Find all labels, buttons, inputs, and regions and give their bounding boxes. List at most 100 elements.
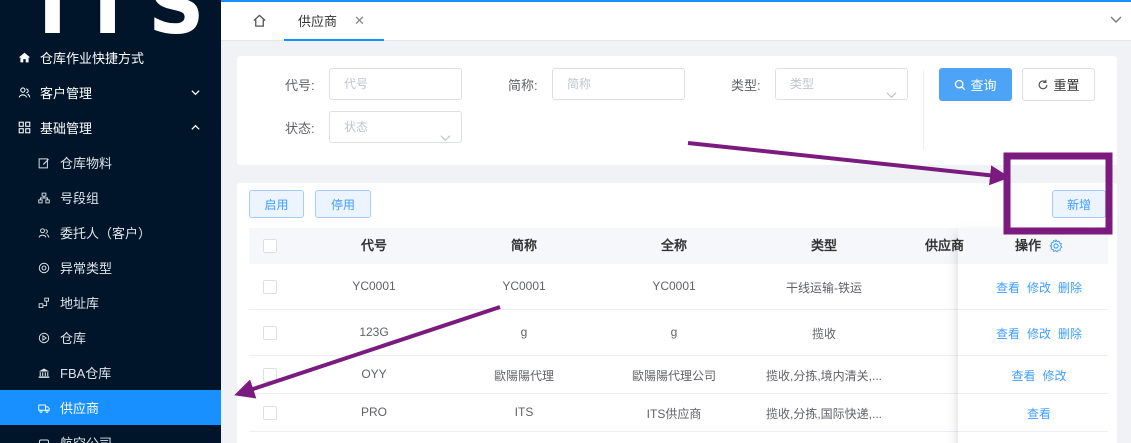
enable-button[interactable]: 启用 [249,190,304,218]
cell-short-name: g [520,325,528,339]
view-link[interactable]: 查看 [1027,405,1051,422]
play-circle-icon [37,331,51,345]
view-link[interactable]: 查看 [1011,367,1035,384]
sidebar-item-label: 委托人（客户） [60,226,152,241]
header-operations: 操作 [970,228,1108,264]
edit-link[interactable]: 修改 [1027,325,1051,342]
sidebar-item-exception-types[interactable]: 异常类型 [0,250,221,285]
header-full-name: 全称 [660,238,687,253]
tab-dropdown-icon[interactable] [1109,14,1123,29]
table-row: YC0001 YC0001 YC0001 干线运输-铁运 查看 修改 删除 [249,264,1108,310]
plane-icon [37,436,51,443]
cell-code: OYY [361,367,387,381]
cell-short-name: ITS [514,405,534,419]
edit-link[interactable]: 修改 [1027,279,1051,296]
cell-full-name: ITS供应商 [646,407,702,421]
code-label: 代号: [285,78,315,93]
type-select[interactable]: 类型 [775,68,908,100]
users-icon [17,86,31,100]
sitemap-icon [37,296,51,310]
org-icon [37,191,51,205]
sidebar: ITS 仓库作业快捷方式 客户管理 基础管理 仓库物料 号段组 委托人（客户） … [0,0,221,443]
table-row: 123G g g 揽收 查看 修改 删除 [249,310,1108,356]
enable-button-label: 启用 [264,197,289,212]
sidebar-item-warehouses[interactable]: 仓库 [0,320,221,355]
short-name-label: 简称: [508,78,538,93]
sidebar-item-label: FBA仓库 [60,366,112,381]
status-select-placeholder: 状态 [344,120,369,134]
cell-operations: 查看 修改 删除 [970,279,1108,296]
cell-full-name: g [670,325,678,339]
row-checkbox[interactable] [263,326,277,340]
sidebar-item-label: 仓库 [60,331,87,346]
sidebar-item-principals[interactable]: 委托人（客户） [0,215,221,250]
tab-home[interactable] [237,11,281,33]
view-link[interactable]: 查看 [996,279,1020,296]
menu-label: 基础管理 [40,121,93,136]
edit-icon [37,156,51,170]
sidebar-item-address-library[interactable]: 地址库 [0,285,221,320]
status-select[interactable]: 状态 [329,111,462,143]
chevron-up-icon [190,121,201,136]
query-button-label: 查询 [970,78,997,93]
logo-text: ITS [38,0,218,40]
cell-type: 干线运输-铁运 [786,281,862,295]
menu-basic-management[interactable]: 基础管理 [0,110,221,145]
delete-link[interactable]: 删除 [1058,279,1082,296]
select-all-checkbox[interactable] [263,239,277,253]
menu-warehouse-shortcuts[interactable]: 仓库作业快捷方式 [0,40,221,75]
disable-button[interactable]: 停用 [315,190,371,218]
cell-full-name: YC0001 [652,279,696,293]
cell-type: 揽收 [811,327,836,341]
table-panel: 启用 停用 新增 代号 简称 全称 类型 供应商 操作 YC0001 YC000… [237,183,1117,443]
chevron-down-icon [190,86,201,101]
sidebar-item-label: 仓库物料 [60,156,113,171]
status-label: 状态: [285,121,315,136]
tab-suppliers[interactable]: 供应商 ✕ [284,2,384,41]
chevron-down-icon [440,123,451,153]
sidebar-item-label: 地址库 [60,296,100,311]
type-select-placeholder: 类型 [790,77,815,91]
circle-icon [37,261,51,275]
sidebar-item-fba-warehouses[interactable]: FBA仓库 [0,355,221,390]
delete-link[interactable]: 删除 [1058,325,1082,342]
query-button[interactable]: 查询 [939,68,1012,101]
refresh-icon [1037,79,1049,91]
cell-full-name: 歐陽陽代理公司 [631,369,716,383]
home-icon [252,13,267,31]
table-row: PRO ITS ITS供应商 揽收,分拣,国际快递,... 查看 [249,394,1108,432]
row-checkbox[interactable] [263,406,277,420]
sidebar-item-label: 供应商 [60,401,100,416]
chevron-down-icon [886,80,897,110]
settings-gear-icon[interactable] [1049,239,1063,253]
short-name-input[interactable] [552,68,685,100]
header-type: 类型 [810,238,837,253]
reset-button-label: 重置 [1053,78,1080,93]
table-row: OYY 歐陽陽代理 歐陽陽代理公司 揽收,分拣,境内清关,... 查看 修改 [249,356,1108,394]
cell-code: YC0001 [352,279,396,293]
sidebar-item-warehouse-materials[interactable]: 仓库物料 [0,145,221,180]
menu-customer-management[interactable]: 客户管理 [0,75,221,110]
menu-label: 客户管理 [40,86,93,101]
view-link[interactable]: 查看 [996,325,1020,342]
sidebar-item-label: 航空公司 [60,433,112,443]
row-checkbox[interactable] [263,368,277,382]
code-input[interactable] [329,68,462,100]
type-label: 类型: [731,78,761,93]
menu-label: 仓库作业快捷方式 [40,51,145,66]
edit-link[interactable]: 修改 [1043,367,1067,384]
app-logo: ITS [0,0,221,40]
sidebar-item-label: 异常类型 [60,261,113,276]
sidebar-item-airlines[interactable]: 航空公司 [0,425,221,443]
add-button-label: 新增 [1066,197,1091,212]
close-icon[interactable]: ✕ [354,13,365,29]
cell-short-name: 歐陽陽代理 [493,369,554,383]
sidebar-item-number-groups[interactable]: 号段组 [0,180,221,215]
row-checkbox[interactable] [263,280,277,294]
reset-button[interactable]: 重置 [1022,68,1095,101]
add-button[interactable]: 新增 [1052,190,1106,218]
sidebar-item-suppliers[interactable]: 供应商 [0,390,221,425]
header-supplier: 供应商 [925,238,965,253]
home-icon [17,51,31,65]
cell-operations: 查看 [970,405,1108,422]
